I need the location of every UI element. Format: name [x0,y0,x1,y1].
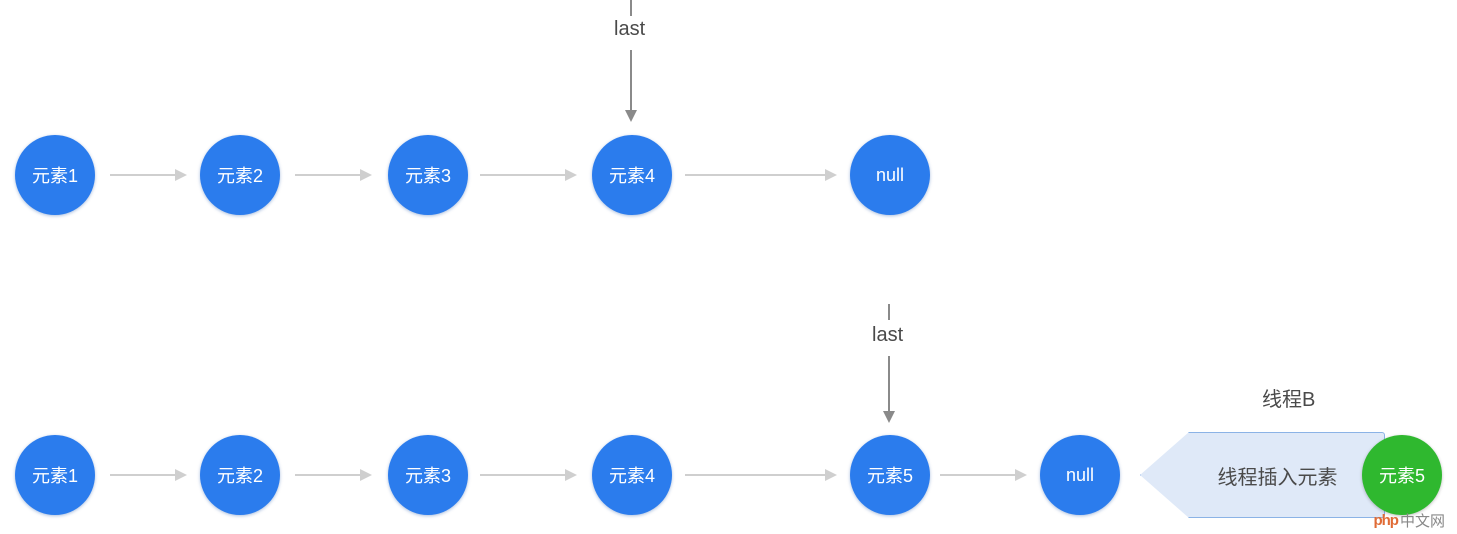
watermark-prefix: php [1373,512,1398,529]
thread-action-text: 线程插入元素 [1218,461,1338,490]
thread-action-pentagon: 线程插入元素 [1140,432,1385,518]
node-row2-null: null [1040,435,1120,515]
node-row1-el3: 元素3 [388,135,468,215]
watermark-text: 中文网 [1400,510,1445,531]
node-row1-null: null [850,135,930,215]
last-pointer-stem-2 [888,304,890,320]
node-row2-el4: 元素4 [592,435,672,515]
arrow-row2-4 [685,474,835,476]
arrow-row2-1 [110,474,185,476]
node-thread-b-el5: 元素5 [1362,435,1442,515]
node-row2-el1: 元素1 [15,435,95,515]
last-label-2: last [872,324,903,347]
arrow-row1-2 [295,174,370,176]
last-pointer-arrow-1 [630,50,632,120]
last-pointer-stem-1 [630,0,632,16]
arrow-row2-2 [295,474,370,476]
last-pointer-arrow-2 [888,356,890,421]
arrow-row1-4 [685,174,835,176]
arrow-row1-3 [480,174,575,176]
arrow-row1-1 [110,174,185,176]
arrow-row2-5 [940,474,1025,476]
node-row1-el4: 元素4 [592,135,672,215]
last-label-1: last [614,18,645,41]
node-row1-el2: 元素2 [200,135,280,215]
node-row2-el3: 元素3 [388,435,468,515]
node-row2-el2: 元素2 [200,435,280,515]
node-row1-el1: 元素1 [15,135,95,215]
watermark: php 中文网 [1373,510,1445,531]
arrow-row2-3 [480,474,575,476]
linked-list-diagram: last 元素1 元素2 元素3 元素4 null last 元素1 元素2 元… [0,0,1457,534]
thread-b-label: 线程B [1262,383,1315,412]
node-row2-el5: 元素5 [850,435,930,515]
